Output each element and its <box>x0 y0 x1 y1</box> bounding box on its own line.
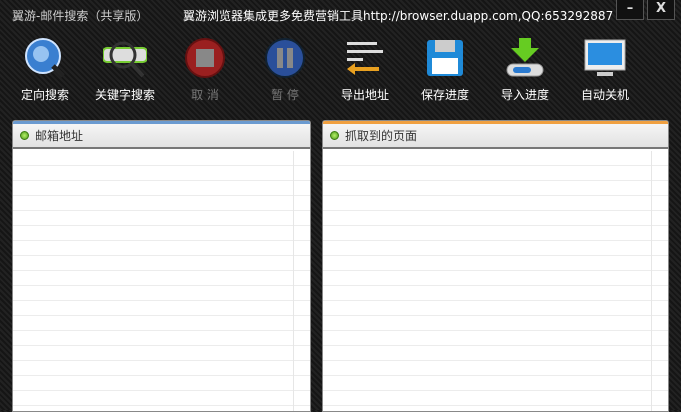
column-divider <box>651 151 652 411</box>
globe-search-icon <box>23 36 67 80</box>
magnifier-icon <box>103 36 147 80</box>
save-progress-button[interactable]: 保存进度 <box>405 36 485 103</box>
auto-shutdown-button[interactable]: 自动关机 <box>565 36 645 103</box>
panel-title: 邮箱地址 <box>35 129 84 143</box>
export-list-icon <box>343 36 387 80</box>
floppy-disk-icon <box>423 36 467 80</box>
fetched-pages-panel: 抓取到的页面 <box>322 120 669 412</box>
minimize-button[interactable]: – <box>616 0 644 20</box>
panel-title: 抓取到的页面 <box>345 129 418 143</box>
status-dot-icon <box>20 131 29 140</box>
panel-header: 邮箱地址 <box>13 121 310 149</box>
import-download-icon <box>503 36 547 80</box>
window-title: 翼游-邮件搜索（共享版） <box>12 9 149 23</box>
promo-link[interactable]: 翼游浏览器集成更多免费营销工具http://browser.duapp.com,… <box>183 7 613 24</box>
import-progress-button[interactable]: 导入进度 <box>485 36 565 103</box>
page-list[interactable] <box>323 151 668 411</box>
export-address-button[interactable]: 导出地址 <box>325 36 405 103</box>
toolbar: 定向搜索 关键字搜索 取 消 暂 停 导出地址 保存进度 导入进度 自动关机 <box>0 36 681 106</box>
pause-icon <box>263 36 307 80</box>
monitor-icon <box>583 36 627 80</box>
directed-search-button[interactable]: 定向搜索 <box>5 36 85 103</box>
column-divider <box>293 151 294 411</box>
keyword-search-button[interactable]: 关键字搜索 <box>85 36 165 103</box>
email-list[interactable] <box>13 151 310 411</box>
email-address-panel: 邮箱地址 <box>12 120 311 412</box>
stop-icon <box>183 36 227 80</box>
close-button[interactable]: X <box>647 0 675 20</box>
panel-header: 抓取到的页面 <box>323 121 668 149</box>
cancel-button[interactable]: 取 消 <box>165 36 245 103</box>
pause-button[interactable]: 暂 停 <box>245 36 325 103</box>
status-dot-icon <box>330 131 339 140</box>
